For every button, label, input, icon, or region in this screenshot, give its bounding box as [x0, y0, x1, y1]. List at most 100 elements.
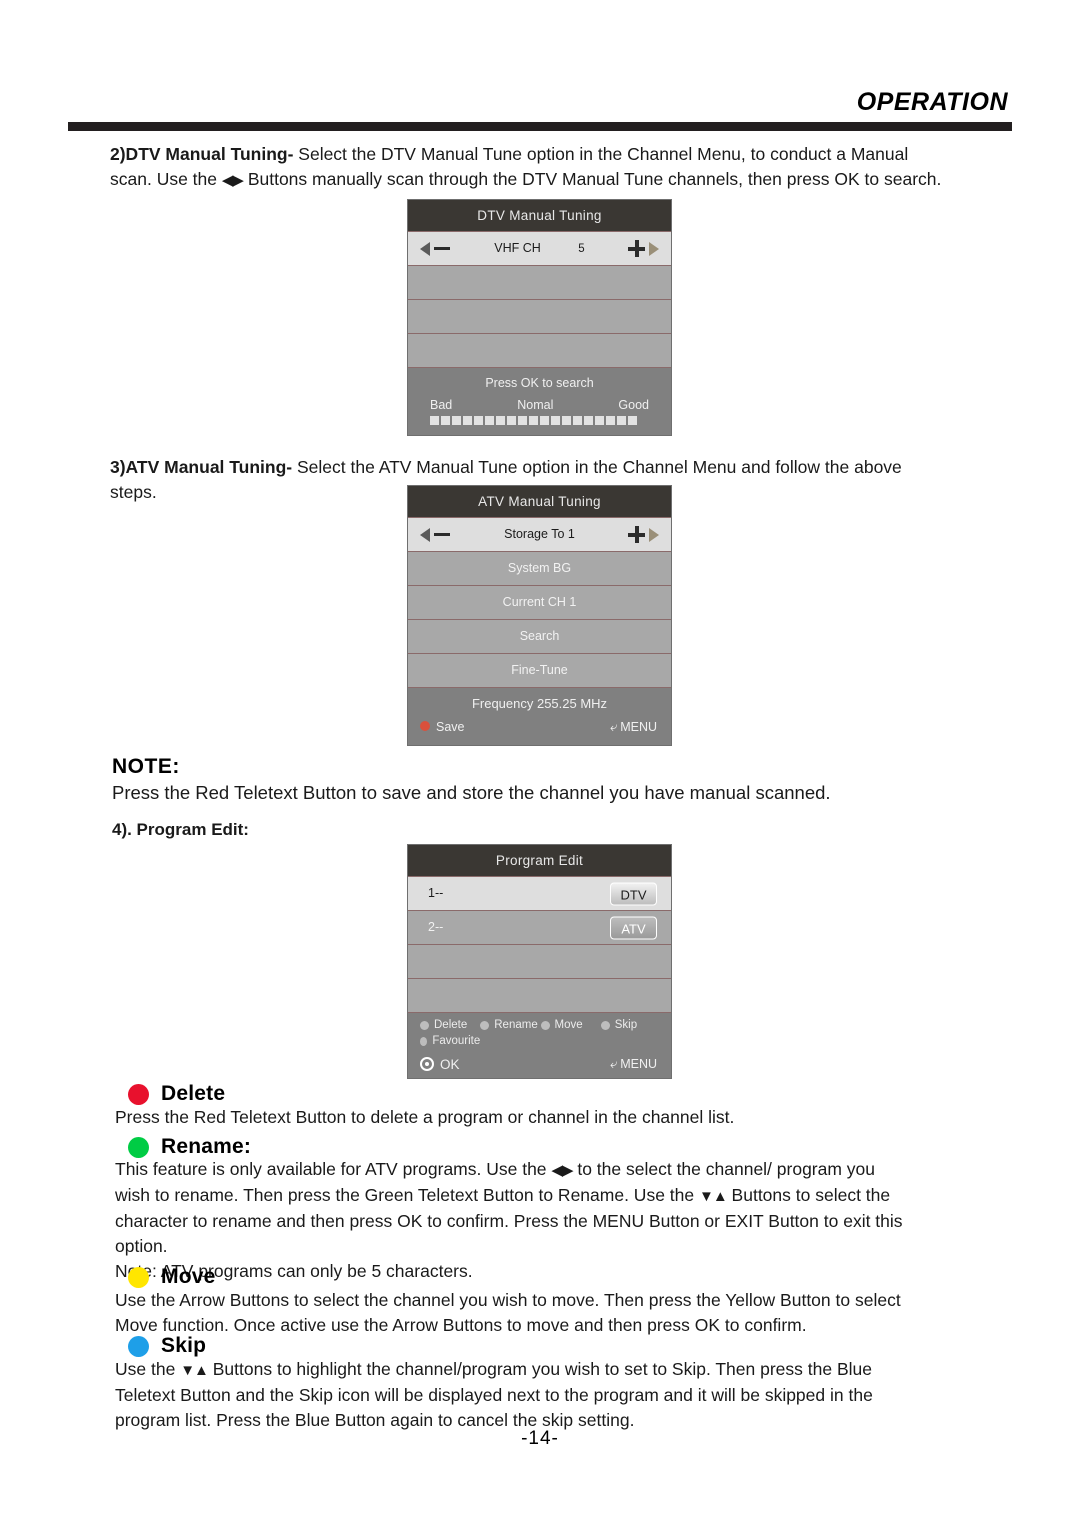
- return-arrow-icon: ⤷: [609, 1056, 618, 1071]
- right-triangle-icon[interactable]: [649, 241, 659, 256]
- osd-dtv-tune-label: VHF CH: [494, 241, 541, 255]
- dtv-manual-line2-b: Buttons manually scan through the DTV Ma…: [242, 169, 942, 189]
- signal-segment: [496, 416, 505, 425]
- signal-segment: [507, 416, 516, 425]
- increase-control[interactable]: [628, 518, 659, 551]
- color-key-label: Skip: [614, 1019, 638, 1031]
- color-key-label: Rename: [494, 1019, 538, 1031]
- color-key-move[interactable]: Move: [540, 1019, 601, 1031]
- menu-label: MENU: [620, 720, 657, 734]
- signal-segment: [518, 416, 527, 425]
- minus-icon[interactable]: [434, 247, 450, 250]
- note-body: Press the Red Teletext Button to save an…: [112, 782, 831, 803]
- osd-atv-action-bar: Save ⤷ MENU: [408, 715, 671, 739]
- skip-l2: Teletext Button and the Skip icon will b…: [115, 1385, 873, 1405]
- signal-segment: [430, 416, 439, 425]
- menu-action[interactable]: ⤷ MENU: [610, 1056, 657, 1072]
- osd-dtv-tune-value: 5: [578, 243, 585, 255]
- osd-program-edit-footer: Delete Rename Move Skip Favourite OK ⤷ ME…: [408, 1012, 671, 1078]
- program-row-label: 1--: [428, 886, 444, 900]
- menu-action[interactable]: ⤷ MENU: [610, 719, 657, 735]
- signal-strength-bar: [408, 414, 671, 429]
- right-triangle-icon[interactable]: [649, 527, 659, 542]
- signal-scale-labels: Bad Nomal Good: [408, 392, 671, 414]
- osd-atv-manual-tuning: ATV Manual Tuning Storage To 1 System BG…: [407, 485, 672, 746]
- osd-dtv-prompt: Press OK to search: [485, 376, 594, 390]
- section-skip: Skip: [128, 1334, 206, 1358]
- return-arrow-icon: ⤷: [609, 719, 618, 734]
- ok-label: OK: [440, 1056, 460, 1072]
- osd-atv-row-system[interactable]: System BG: [408, 551, 671, 585]
- signal-segment: [529, 416, 538, 425]
- left-triangle-icon[interactable]: [420, 527, 430, 542]
- plus-icon[interactable]: [628, 240, 645, 257]
- signal-segment: [441, 416, 450, 425]
- osd-dtv-blank-row-3[interactable]: [408, 333, 671, 367]
- color-key-rename[interactable]: Rename: [480, 1019, 540, 1031]
- minus-icon[interactable]: [434, 533, 450, 536]
- program-row-label: 2--: [428, 920, 444, 934]
- red-key-icon: [420, 1020, 429, 1030]
- rename-l1-b: to the select the channel/ program you: [572, 1159, 876, 1179]
- dtv-manual-heading: 2)DTV Manual Tuning: [110, 144, 288, 164]
- osd-program-row-3[interactable]: [408, 944, 671, 978]
- green-key-icon: [480, 1020, 490, 1030]
- osd-atv-row-fine-tune[interactable]: Fine-Tune: [408, 653, 671, 687]
- save-action[interactable]: Save: [420, 720, 465, 734]
- osd-program-edit-title: Prorgram Edit: [408, 845, 671, 876]
- ok-action[interactable]: OK: [420, 1056, 460, 1072]
- osd-program-row-4[interactable]: [408, 978, 671, 1012]
- down-up-arrows-icon: ▼▲: [698, 1188, 728, 1205]
- signal-label-bad: Bad: [430, 398, 453, 412]
- plus-icon[interactable]: [628, 526, 645, 543]
- osd-dtv-manual-tuning: DTV Manual Tuning VHF CH 5 Press OK to s…: [407, 199, 672, 436]
- increase-control[interactable]: [628, 232, 659, 265]
- color-key-label: Move: [554, 1019, 583, 1031]
- program-type-badge-atv[interactable]: ATV: [610, 916, 657, 939]
- delete-label: Delete: [161, 1082, 226, 1105]
- rename-l3: character to rename and then press OK to…: [115, 1211, 903, 1231]
- osd-dtv-title: DTV Manual Tuning: [408, 200, 671, 231]
- skip-label: Skip: [161, 1334, 207, 1357]
- osd-dtv-tune-row[interactable]: VHF CH 5: [408, 231, 671, 265]
- osd-atv-row-search[interactable]: Search: [408, 619, 671, 653]
- blue-key-icon: [600, 1020, 610, 1030]
- yellow-bullet-icon: [128, 1266, 149, 1288]
- skip-body: Use the ▼▲ Buttons to highlight the chan…: [115, 1357, 1015, 1433]
- section-delete: Delete: [128, 1082, 225, 1106]
- osd-dtv-blank-row-1[interactable]: [408, 265, 671, 299]
- rename-body: This feature is only available for ATV p…: [115, 1157, 1015, 1284]
- header-divider-rule: [68, 122, 1012, 131]
- signal-label-normal: Nomal: [517, 398, 554, 412]
- osd-dtv-footer: Press OK to search Bad Nomal Good: [408, 367, 671, 435]
- osd-program-row-2[interactable]: 2-- ATV: [408, 910, 671, 944]
- osd-atv-storage-row[interactable]: Storage To 1: [408, 517, 671, 551]
- osd-dtv-blank-row-2[interactable]: [408, 299, 671, 333]
- move-body: Use the Arrow Buttons to select the chan…: [115, 1288, 1015, 1338]
- osd-atv-title: ATV Manual Tuning: [408, 486, 671, 517]
- color-key-favourite[interactable]: Favourite: [420, 1035, 480, 1047]
- decrease-control[interactable]: [420, 518, 450, 551]
- osd-program-row-1[interactable]: 1-- DTV: [408, 876, 671, 910]
- color-key-skip[interactable]: Skip: [600, 1019, 661, 1031]
- osd-atv-frequency: Frequency 255.25 MHz: [471, 696, 608, 711]
- decrease-control[interactable]: [420, 232, 450, 265]
- osd-atv-row-current-ch[interactable]: Current CH 1: [408, 585, 671, 619]
- rename-l5: Note: ATV programs can only be 5 charact…: [115, 1261, 473, 1281]
- move-l1: Use the Arrow Buttons to select the chan…: [115, 1290, 901, 1310]
- signal-segment: [485, 416, 494, 425]
- color-key-delete[interactable]: Delete: [420, 1019, 480, 1031]
- color-key-label: Delete: [434, 1019, 468, 1031]
- rename-label: Rename:: [161, 1135, 252, 1158]
- atv-manual-line1: Select the ATV Manual Tune option in the…: [292, 457, 902, 477]
- menu-label: MENU: [620, 1057, 657, 1071]
- left-triangle-icon[interactable]: [420, 241, 430, 256]
- signal-segment: [573, 416, 582, 425]
- page-number: -14-: [521, 1428, 559, 1449]
- program-type-badge-dtv[interactable]: DTV: [610, 882, 657, 905]
- color-key-label: Favourite: [432, 1035, 481, 1047]
- left-right-arrows-icon: ◀▶: [551, 1162, 573, 1179]
- signal-segment: [606, 416, 615, 425]
- dtv-manual-line2-a: scan. Use the: [110, 169, 222, 189]
- signal-segment: [452, 416, 461, 425]
